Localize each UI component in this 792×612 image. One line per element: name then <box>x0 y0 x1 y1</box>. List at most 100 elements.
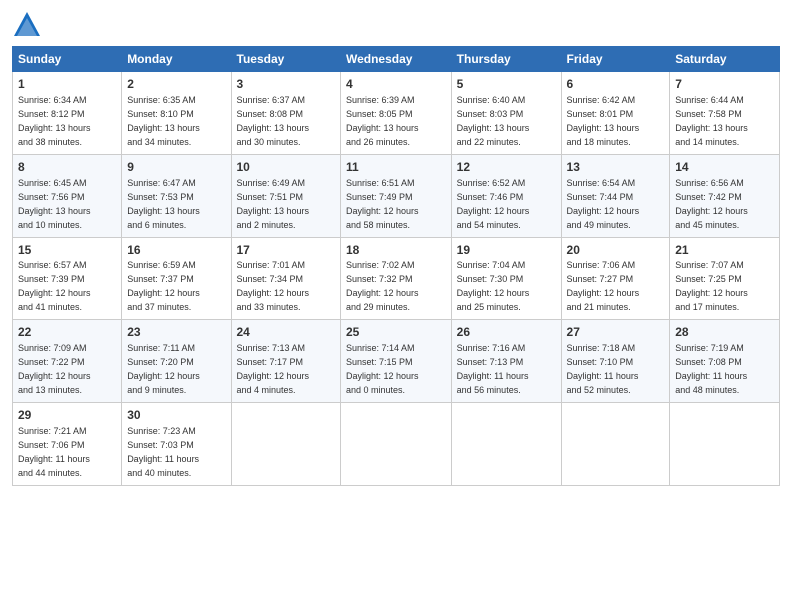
day-info: Sunrise: 7:14 AMSunset: 7:15 PMDaylight:… <box>346 343 419 395</box>
day-cell: 13 Sunrise: 6:54 AMSunset: 7:44 PMDayligh… <box>561 154 670 237</box>
header-monday: Monday <box>122 47 231 72</box>
day-number: 26 <box>457 324 556 341</box>
day-number: 19 <box>457 242 556 259</box>
day-info: Sunrise: 6:35 AMSunset: 8:10 PMDaylight:… <box>127 95 200 147</box>
day-cell: 21Sunrise: 7:07 AMSunset: 7:25 PMDayligh… <box>670 237 780 320</box>
day-cell: 27 Sunrise: 7:18 AMSunset: 7:10 PMDayligh… <box>561 320 670 403</box>
day-cell: 24 Sunrise: 7:13 AMSunset: 7:17 PMDayligh… <box>231 320 340 403</box>
calendar-table: SundayMondayTuesdayWednesdayThursdayFrid… <box>12 46 780 486</box>
day-info: Sunrise: 7:19 AMSunset: 7:08 PMDaylight:… <box>675 343 747 395</box>
day-cell <box>451 403 561 486</box>
day-cell: 22 Sunrise: 7:09 AMSunset: 7:22 PMDayligh… <box>13 320 122 403</box>
week-row-3: 22 Sunrise: 7:09 AMSunset: 7:22 PMDayligh… <box>13 320 780 403</box>
day-number: 20 <box>567 242 665 259</box>
day-cell: 6 Sunrise: 6:42 AMSunset: 8:01 PMDaylight… <box>561 72 670 155</box>
calendar-body: 1 Sunrise: 6:34 AMSunset: 8:12 PMDaylight… <box>13 72 780 486</box>
day-number: 29 <box>18 407 116 424</box>
day-info: Sunrise: 7:16 AMSunset: 7:13 PMDaylight:… <box>457 343 529 395</box>
day-info: Sunrise: 6:57 AMSunset: 7:39 PMDaylight:… <box>18 260 91 312</box>
day-cell <box>670 403 780 486</box>
day-cell: 3 Sunrise: 6:37 AMSunset: 8:08 PMDaylight… <box>231 72 340 155</box>
day-number: 3 <box>237 76 335 93</box>
day-info: Sunrise: 7:18 AMSunset: 7:10 PMDaylight:… <box>567 343 639 395</box>
day-cell: 16Sunrise: 6:59 AMSunset: 7:37 PMDayligh… <box>122 237 231 320</box>
day-info: Sunrise: 6:40 AMSunset: 8:03 PMDaylight:… <box>457 95 530 147</box>
day-cell: 30 Sunrise: 7:23 AMSunset: 7:03 PMDayligh… <box>122 403 231 486</box>
header-sunday: Sunday <box>13 47 122 72</box>
day-info: Sunrise: 7:04 AMSunset: 7:30 PMDaylight:… <box>457 260 530 312</box>
day-number: 16 <box>127 242 225 259</box>
day-number: 27 <box>567 324 665 341</box>
day-number: 21 <box>675 242 774 259</box>
day-number: 28 <box>675 324 774 341</box>
day-cell: 2 Sunrise: 6:35 AMSunset: 8:10 PMDaylight… <box>122 72 231 155</box>
day-cell: 9 Sunrise: 6:47 AMSunset: 7:53 PMDaylight… <box>122 154 231 237</box>
day-cell: 4 Sunrise: 6:39 AMSunset: 8:05 PMDaylight… <box>340 72 451 155</box>
day-info: Sunrise: 7:09 AMSunset: 7:22 PMDaylight:… <box>18 343 91 395</box>
day-number: 1 <box>18 76 116 93</box>
day-cell: 26 Sunrise: 7:16 AMSunset: 7:13 PMDayligh… <box>451 320 561 403</box>
day-info: Sunrise: 7:06 AMSunset: 7:27 PMDaylight:… <box>567 260 640 312</box>
day-cell: 10 Sunrise: 6:49 AMSunset: 7:51 PMDayligh… <box>231 154 340 237</box>
day-info: Sunrise: 6:49 AMSunset: 7:51 PMDaylight:… <box>237 178 310 230</box>
header-row-days: SundayMondayTuesdayWednesdayThursdayFrid… <box>13 47 780 72</box>
day-info: Sunrise: 6:47 AMSunset: 7:53 PMDaylight:… <box>127 178 200 230</box>
day-info: Sunrise: 6:54 AMSunset: 7:44 PMDaylight:… <box>567 178 640 230</box>
week-row-1: 8Sunrise: 6:45 AMSunset: 7:56 PMDaylight… <box>13 154 780 237</box>
day-number: 7 <box>675 76 774 93</box>
header-row <box>12 10 780 40</box>
day-info: Sunrise: 6:34 AMSunset: 8:12 PMDaylight:… <box>18 95 91 147</box>
day-number: 10 <box>237 159 335 176</box>
day-cell: 17Sunrise: 7:01 AMSunset: 7:34 PMDayligh… <box>231 237 340 320</box>
day-cell: 29 Sunrise: 7:21 AMSunset: 7:06 PMDayligh… <box>13 403 122 486</box>
header-thursday: Thursday <box>451 47 561 72</box>
day-info: Sunrise: 6:39 AMSunset: 8:05 PMDaylight:… <box>346 95 419 147</box>
day-cell: 7Sunrise: 6:44 AMSunset: 7:58 PMDaylight… <box>670 72 780 155</box>
day-info: Sunrise: 7:13 AMSunset: 7:17 PMDaylight:… <box>237 343 310 395</box>
day-info: Sunrise: 6:37 AMSunset: 8:08 PMDaylight:… <box>237 95 310 147</box>
day-cell: 23Sunrise: 7:11 AMSunset: 7:20 PMDayligh… <box>122 320 231 403</box>
week-row-0: 1 Sunrise: 6:34 AMSunset: 8:12 PMDaylight… <box>13 72 780 155</box>
day-cell: 8Sunrise: 6:45 AMSunset: 7:56 PMDaylight… <box>13 154 122 237</box>
header-friday: Friday <box>561 47 670 72</box>
day-number: 25 <box>346 324 446 341</box>
day-number: 6 <box>567 76 665 93</box>
day-number: 9 <box>127 159 225 176</box>
day-number: 11 <box>346 159 446 176</box>
logo <box>12 10 46 40</box>
day-cell: 1 Sunrise: 6:34 AMSunset: 8:12 PMDaylight… <box>13 72 122 155</box>
day-number: 24 <box>237 324 335 341</box>
day-cell <box>561 403 670 486</box>
day-info: Sunrise: 7:23 AMSunset: 7:03 PMDaylight:… <box>127 426 199 478</box>
day-info: Sunrise: 7:01 AMSunset: 7:34 PMDaylight:… <box>237 260 310 312</box>
day-cell: 15Sunrise: 6:57 AMSunset: 7:39 PMDayligh… <box>13 237 122 320</box>
day-info: Sunrise: 6:51 AMSunset: 7:49 PMDaylight:… <box>346 178 419 230</box>
day-info: Sunrise: 7:11 AMSunset: 7:20 PMDaylight:… <box>127 343 200 395</box>
day-info: Sunrise: 7:21 AMSunset: 7:06 PMDaylight:… <box>18 426 90 478</box>
week-row-2: 15Sunrise: 6:57 AMSunset: 7:39 PMDayligh… <box>13 237 780 320</box>
day-cell: 11 Sunrise: 6:51 AMSunset: 7:49 PMDayligh… <box>340 154 451 237</box>
day-number: 17 <box>237 242 335 259</box>
day-number: 4 <box>346 76 446 93</box>
calendar-header: SundayMondayTuesdayWednesdayThursdayFrid… <box>13 47 780 72</box>
day-cell: 19Sunrise: 7:04 AMSunset: 7:30 PMDayligh… <box>451 237 561 320</box>
day-cell: 20Sunrise: 7:06 AMSunset: 7:27 PMDayligh… <box>561 237 670 320</box>
day-cell: 25 Sunrise: 7:14 AMSunset: 7:15 PMDayligh… <box>340 320 451 403</box>
day-cell: 28 Sunrise: 7:19 AMSunset: 7:08 PMDayligh… <box>670 320 780 403</box>
day-number: 15 <box>18 242 116 259</box>
day-info: Sunrise: 6:42 AMSunset: 8:01 PMDaylight:… <box>567 95 640 147</box>
header-wednesday: Wednesday <box>340 47 451 72</box>
day-number: 30 <box>127 407 225 424</box>
day-number: 8 <box>18 159 116 176</box>
day-info: Sunrise: 7:02 AMSunset: 7:32 PMDaylight:… <box>346 260 419 312</box>
day-number: 22 <box>18 324 116 341</box>
day-cell: 14Sunrise: 6:56 AMSunset: 7:42 PMDayligh… <box>670 154 780 237</box>
day-info: Sunrise: 7:07 AMSunset: 7:25 PMDaylight:… <box>675 260 748 312</box>
day-cell <box>231 403 340 486</box>
day-number: 18 <box>346 242 446 259</box>
day-number: 13 <box>567 159 665 176</box>
day-number: 2 <box>127 76 225 93</box>
header-saturday: Saturday <box>670 47 780 72</box>
main-container: SundayMondayTuesdayWednesdayThursdayFrid… <box>0 0 792 496</box>
day-cell: 12Sunrise: 6:52 AMSunset: 7:46 PMDayligh… <box>451 154 561 237</box>
